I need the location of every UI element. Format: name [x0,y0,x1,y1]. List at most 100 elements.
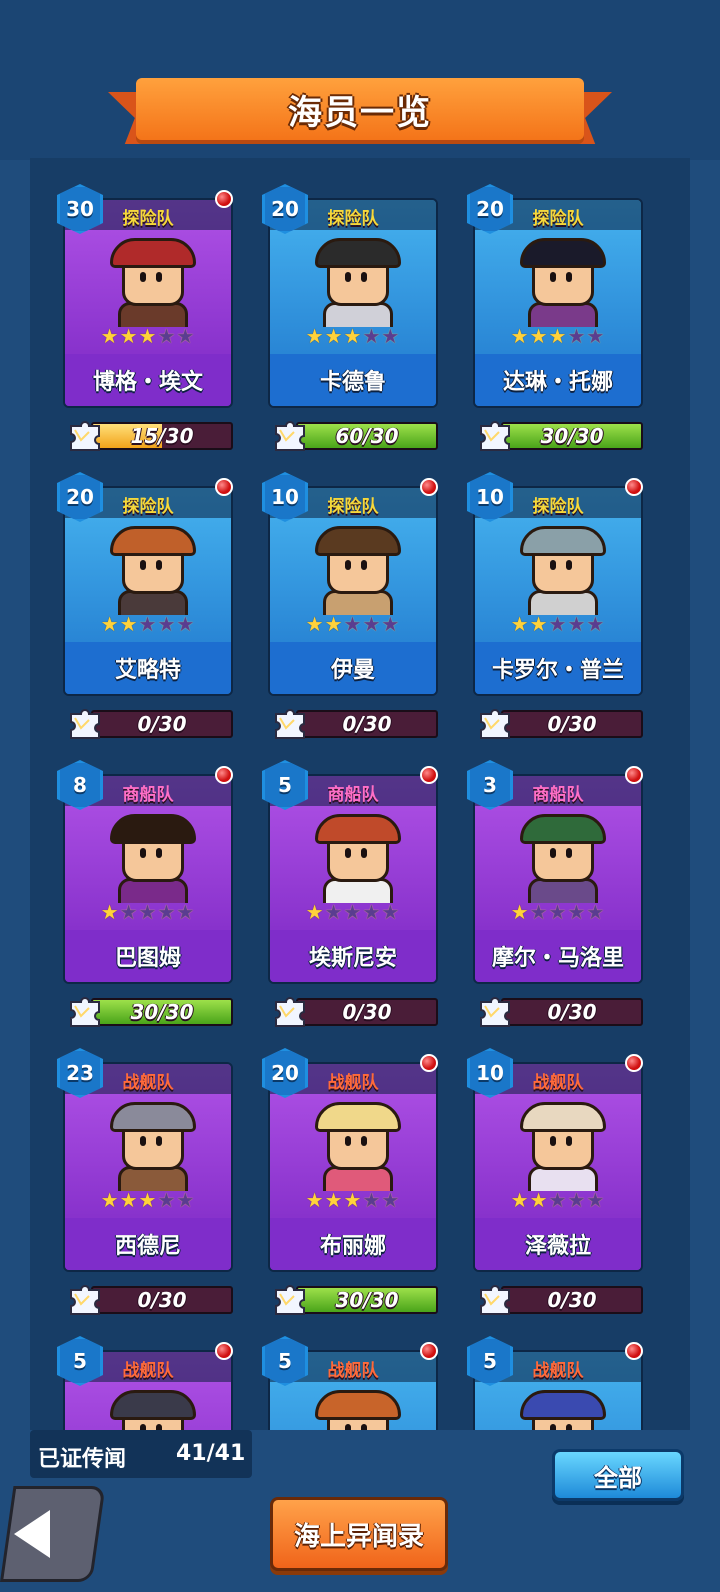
portrait-eye [566,272,572,282]
shard-progress-bar: 0/30 [91,710,233,738]
crew-name: 西德尼 [114,1234,181,1259]
portrait-hat [520,814,606,844]
portrait-eye [550,1424,556,1430]
portrait-eye [566,1136,572,1146]
star-icon: ★ [324,612,344,636]
crew-name: 巴图姆 [114,946,181,971]
crew-card[interactable]: 商船队 ★★★★★ 埃斯尼安 5 0/30 [262,760,438,1032]
crew-card[interactable]: 战舰队 5 [262,1336,438,1430]
progress-text: 15/30 [130,424,194,448]
crew-name: 布丽娜 [319,1234,386,1259]
star-icon: ★ [138,900,158,924]
portrait-eye [140,848,146,858]
portrait-hat [520,526,606,556]
star-icon: ★ [529,1188,549,1212]
portrait-eye [361,272,367,282]
crew-card[interactable]: 战舰队 ★★★★★ 布丽娜 20 30/30 [262,1048,438,1320]
progress-text: 0/30 [137,712,187,736]
progress-text: 60/30 [335,424,399,448]
star-rating: ★★★★★ [270,614,436,634]
crew-card[interactable]: 战舰队 ★★★★★ 西德尼 23 0/30 [57,1048,233,1320]
crew-portrait [100,1102,200,1191]
notification-dot-icon [215,766,233,784]
star-icon: ★ [586,324,606,348]
star-rating: ★★★★★ [65,902,231,922]
progress-text: 30/30 [335,1288,399,1312]
portrait-eye [361,560,367,570]
crew-name: 泽薇拉 [524,1234,591,1259]
title-banner: 海员一览 [108,78,612,150]
star-icon: ★ [305,324,325,348]
portrait-eye [550,560,556,570]
star-icon: ★ [157,900,177,924]
notification-dot-icon [420,766,438,784]
portrait-eye [566,560,572,570]
star-icon: ★ [529,900,549,924]
crew-card[interactable]: 战舰队 ★★★★★ 泽薇拉 10 0/30 [467,1048,643,1320]
crew-name: 卡罗尔・普兰 [491,658,624,683]
star-icon: ★ [157,1188,177,1212]
crew-card[interactable]: 探险队 ★★★★★ 卡罗尔・普兰 10 0/30 [467,472,643,744]
crew-name: 埃斯尼安 [308,946,397,971]
star-icon: ★ [100,1188,120,1212]
crew-portrait [100,238,200,327]
rumor-counter-label: 已证传闻 [38,1447,127,1472]
star-icon: ★ [305,1188,325,1212]
star-icon: ★ [100,324,120,348]
puzzle-piece-icon [475,1278,515,1318]
star-icon: ★ [381,900,401,924]
star-icon: ★ [176,612,196,636]
name-bar: 西德尼 [65,1218,231,1270]
sea-legends-label: 海上异闻录 [293,1521,424,1552]
sea-legends-button[interactable]: 海上异闻录 [270,1497,448,1571]
crew-portrait [510,814,610,903]
portrait-eye [345,272,351,282]
star-rating: ★★★★★ [270,1190,436,1210]
portrait-hat [110,1390,196,1420]
puzzle-piece-icon [65,414,105,454]
star-icon: ★ [176,900,196,924]
star-icon: ★ [362,900,382,924]
shard-progress-bar: 0/30 [296,998,438,1026]
crew-card[interactable]: 探险队 ★★★★★ 伊曼 10 0/30 [262,472,438,744]
portrait-hat [315,526,401,556]
star-icon: ★ [343,900,363,924]
portrait-hat [315,238,401,268]
star-icon: ★ [305,612,325,636]
crew-card[interactable]: 探险队 ★★★★★ 卡德鲁 20 60/30 [262,184,438,456]
portrait-hat [520,1390,606,1420]
puzzle-piece-icon [65,702,105,742]
portrait-eye [345,1424,351,1430]
crew-portrait [510,1390,610,1430]
notification-dot-icon [420,1054,438,1072]
star-icon: ★ [510,900,530,924]
star-icon: ★ [362,1188,382,1212]
portrait-eye [156,848,162,858]
star-icon: ★ [548,900,568,924]
puzzle-piece-icon [475,414,515,454]
progress-text: 0/30 [547,712,597,736]
crew-card[interactable]: 商船队 ★★★★★ 巴图姆 8 30/30 [57,760,233,1032]
star-rating: ★★★★★ [270,902,436,922]
crew-card[interactable]: 探险队 ★★★★★ 博格・埃文 30 15/30 [57,184,233,456]
star-icon: ★ [548,1188,568,1212]
progress-text: 0/30 [547,1288,597,1312]
name-bar: 艾略特 [65,642,231,694]
star-icon: ★ [510,324,530,348]
crew-card[interactable]: 探险队 ★★★★★ 达琳・托娜 20 30/30 [467,184,643,456]
crew-card[interactable]: 探险队 ★★★★★ 艾略特 20 0/30 [57,472,233,744]
filter-all-button[interactable]: 全部 [552,1449,684,1501]
notification-dot-icon [215,190,233,208]
crew-grid-panel[interactable]: 探险队 ★★★★★ 博格・埃文 30 15/30 探险队 ★★★★★ 卡德鲁 20 60/30 探险… [30,158,690,1430]
star-icon: ★ [119,324,139,348]
puzzle-piece-icon [270,414,310,454]
crew-portrait [305,526,405,615]
portrait-eye [345,848,351,858]
shard-progress-bar: 30/30 [296,1286,438,1314]
back-button[interactable] [0,1486,106,1584]
star-icon: ★ [324,324,344,348]
notification-dot-icon [420,1342,438,1360]
crew-card[interactable]: 商船队 ★★★★★ 摩尔・马洛里 3 0/30 [467,760,643,1032]
crew-card[interactable]: 战舰队 5 [57,1336,233,1430]
crew-card[interactable]: 战舰队 5 [467,1336,643,1430]
